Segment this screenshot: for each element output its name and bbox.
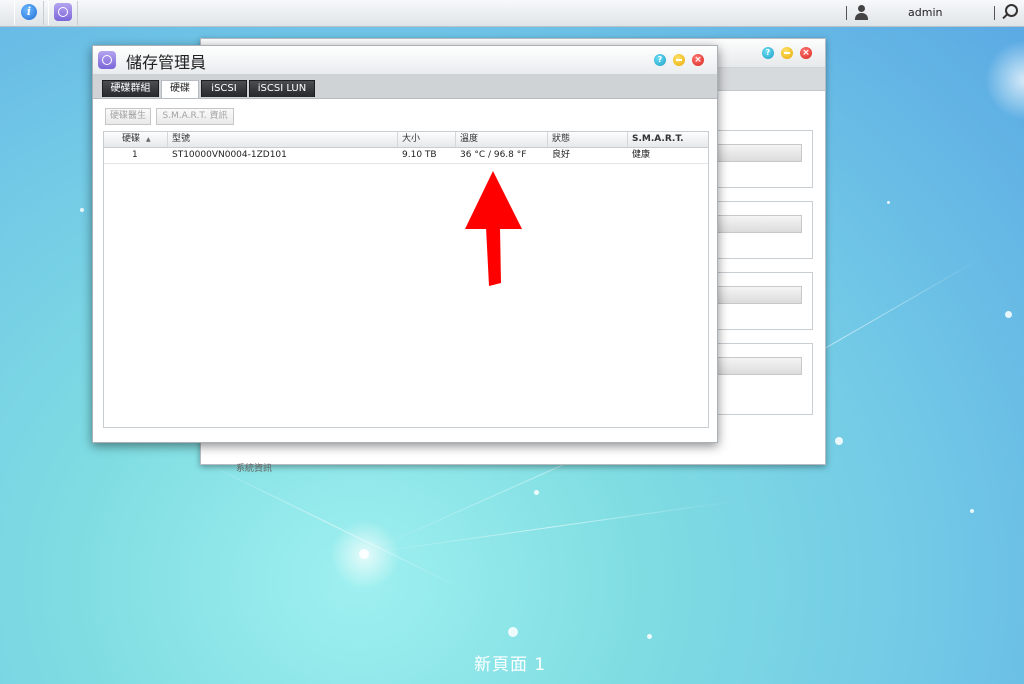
background-panel [715, 130, 813, 188]
user-icon[interactable] [854, 5, 868, 20]
taskbar: i admin [0, 0, 1024, 27]
background-panel [715, 343, 813, 415]
light-dot [534, 490, 539, 495]
close-icon[interactable]: × [692, 54, 704, 66]
light-dot [887, 201, 890, 204]
help-icon[interactable]: ? [654, 54, 666, 66]
light-glow [985, 40, 1024, 120]
light-dot [1005, 311, 1012, 318]
taskbar-separator [994, 6, 995, 20]
size-cell: 9.10 TB [402, 150, 437, 160]
temperature-cell: 36 °C / 96.8 °F [460, 150, 527, 160]
column-header-disk[interactable]: 硬碟 ▲ [104, 132, 168, 147]
info-icon: i [21, 4, 37, 20]
red-arrow-annotation [465, 171, 522, 286]
smart-cell: 健康 [632, 150, 651, 160]
model-cell: ST10000VN0004-1ZD101 [172, 150, 287, 160]
page-indicator-dot[interactable] [508, 627, 518, 637]
tab-iscsi[interactable]: iSCSI [201, 80, 247, 97]
background-panel [715, 272, 813, 330]
smart-info-button[interactable]: S.M.A.R.T. 資訊 [156, 108, 234, 125]
disk-doctor-button[interactable]: 硬碟醫生 [105, 108, 151, 125]
light-dot [647, 634, 652, 639]
minimize-icon[interactable] [673, 54, 685, 66]
window-titlebar[interactable]: 儲存管理員 ? × [93, 46, 717, 74]
column-header-temperature[interactable]: 溫度 [456, 132, 548, 147]
column-header-label: 硬碟 [122, 134, 141, 144]
arrow-head [465, 171, 522, 229]
column-header-model[interactable]: 型號 [168, 132, 398, 147]
tab-iscsi-lun[interactable]: iSCSI LUN [249, 80, 315, 97]
desktop-page-label: 新頁面 1 [474, 655, 547, 675]
arrow-shaft [486, 227, 501, 286]
tab-disks[interactable]: 硬碟 [161, 80, 199, 98]
taskbar-info-button[interactable]: i [14, 1, 44, 25]
storage-manager-icon [54, 3, 72, 21]
tab-disk-groups[interactable]: 硬碟群組 [102, 80, 159, 97]
table-row[interactable]: 1 ST10000VN0004-1ZD101 9.10 TB 36 °C / 9… [104, 148, 708, 164]
table-header: 硬碟 ▲ 型號 大小 溫度 狀態 S.M.A.R.T. [104, 132, 708, 148]
column-header-size[interactable]: 大小 [398, 132, 456, 147]
light-dot [835, 437, 843, 445]
background-window-footer: 系統資訊 [236, 464, 273, 474]
column-header-status[interactable]: 狀態 [548, 132, 628, 147]
search-icon[interactable] [1001, 4, 1018, 21]
column-header-smart[interactable]: S.M.A.R.T. [628, 132, 708, 147]
tab-bar: 硬碟群組 硬碟 iSCSI iSCSI LUN [93, 74, 717, 99]
disk-number-cell: 1 [132, 150, 138, 160]
taskbar-storage-manager-button[interactable] [48, 1, 78, 25]
disk-table: 硬碟 ▲ 型號 大小 溫度 狀態 S.M.A.R.T. 1 ST10000VN00… [103, 131, 709, 428]
storage-manager-window[interactable]: 儲存管理員 ? × 硬碟群組 硬碟 iSCSI iSCSI LUN 硬碟醫生 S… [92, 45, 718, 443]
status-cell: 良好 [552, 150, 571, 160]
window-title: 儲存管理員 [126, 53, 207, 72]
storage-manager-icon [98, 51, 116, 69]
close-icon[interactable]: × [800, 47, 812, 59]
help-icon[interactable]: ? [762, 47, 774, 59]
light-dot [970, 509, 974, 513]
background-panel [715, 201, 813, 259]
taskbar-separator [846, 6, 847, 20]
light-dot [80, 208, 84, 212]
username-label[interactable]: admin [908, 6, 942, 19]
sort-ascending-icon: ▲ [146, 136, 151, 143]
minimize-icon[interactable] [781, 47, 793, 59]
